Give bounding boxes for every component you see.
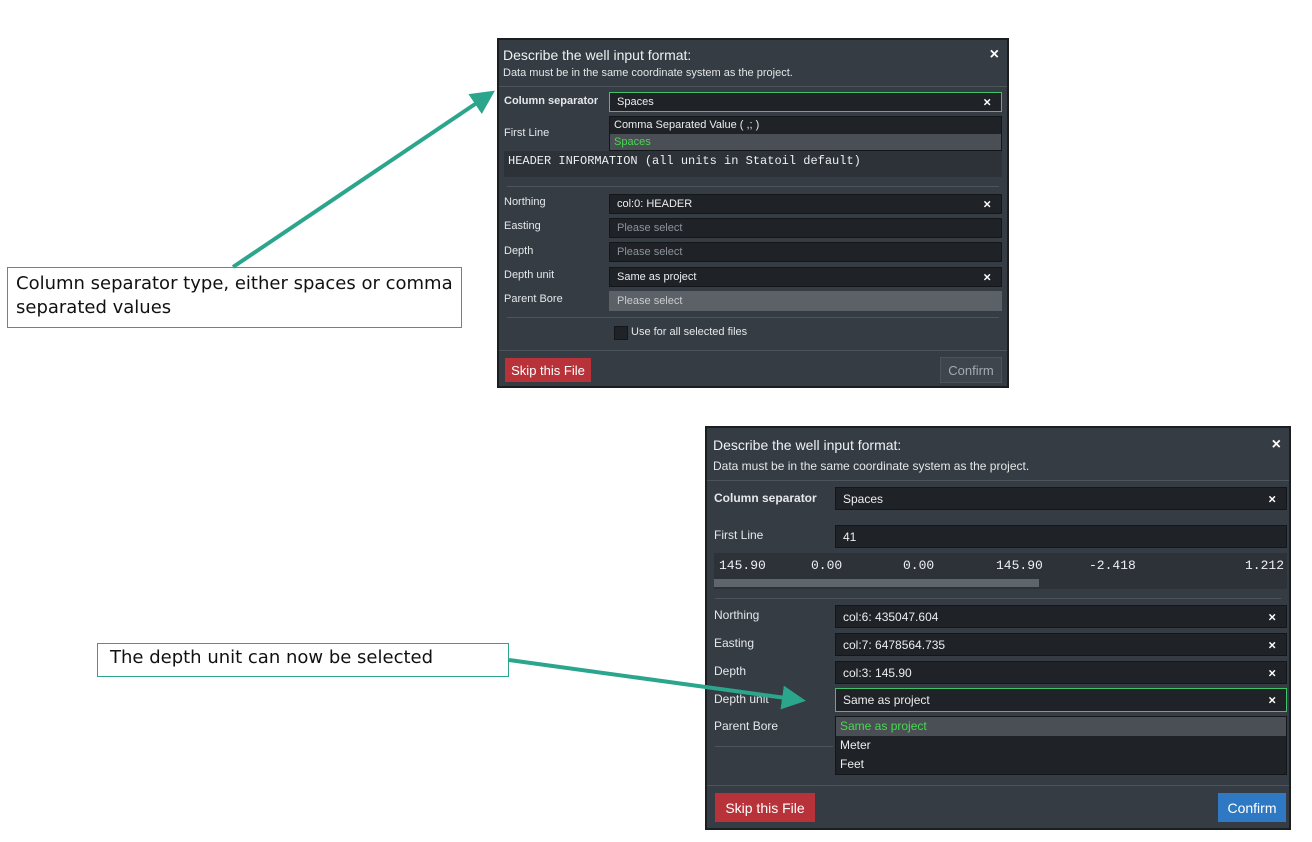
callout-arrows xyxy=(231,90,806,710)
separator-arrow xyxy=(231,90,495,269)
depth-unit-arrow xyxy=(508,658,806,710)
